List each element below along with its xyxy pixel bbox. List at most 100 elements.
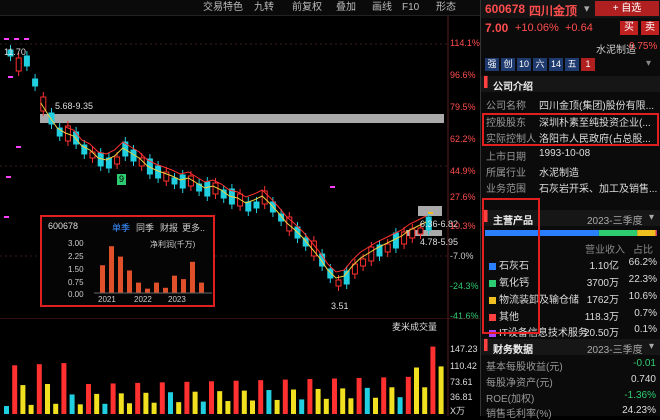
volume-bar [242, 391, 247, 414]
percent-axis-tick: 10.3% [450, 221, 476, 231]
company-field-value[interactable]: 石灰岩开采、加工及销售... [539, 180, 657, 195]
profit-bar [154, 283, 159, 293]
toolbar-trade-features[interactable]: 交易特色 [203, 1, 243, 15]
signal-mark [4, 216, 9, 218]
buy-button[interactable]: 买 [620, 21, 638, 35]
y-tick: 2.25 [68, 252, 84, 261]
signal-mark [24, 38, 29, 40]
percent-axis-tick: 27.6% [450, 192, 476, 202]
candle [172, 178, 177, 184]
change-amount: +0.64 [565, 22, 593, 34]
finance-label: 销售毛利率(%) [486, 405, 552, 420]
company-field-label: 上市日期 [486, 148, 526, 163]
volume-bar [332, 379, 337, 415]
volume-tick: 110.42 [450, 361, 477, 371]
candle [33, 79, 38, 86]
stock-info-panel: 600678 四川金顶 ▾ + 自选 7.00 +10.06% +0.64 买 … [480, 0, 660, 416]
product-share: 10.6% [621, 291, 657, 302]
product-revenue: 1.10亿 [579, 257, 619, 272]
volume-bar [225, 401, 230, 414]
tab-more[interactable]: 更多.. [182, 221, 205, 234]
chevron-down-icon[interactable]: ▾ [646, 58, 651, 69]
volume-bar [406, 377, 411, 414]
company-field-value[interactable]: 四川金顶(集团)股份有限... [539, 97, 657, 112]
finance-section-header[interactable]: ▌ 财务数据 2023-三季度 ▾ [481, 339, 660, 355]
volume-bar [258, 380, 263, 414]
finance-value: 0.740 [631, 374, 656, 385]
volume-bar [381, 377, 386, 414]
company-section-header[interactable]: ▌ 公司介绍 [481, 76, 660, 92]
volume-bar [291, 390, 296, 415]
tab-six[interactable]: 六 [533, 58, 547, 71]
candle [361, 259, 366, 266]
volume-chart[interactable]: 麦米成交量 147.23 110.42 73.61 36.81 X万 [0, 318, 480, 416]
toolbar-draw-line[interactable]: 画线 [372, 1, 392, 15]
volume-bar [430, 347, 435, 414]
tab-five[interactable]: 五 [565, 58, 579, 71]
volume-bar [53, 404, 58, 414]
volume-bar [102, 404, 107, 414]
product-share: 66.2% [621, 257, 657, 268]
candle [254, 202, 259, 208]
share-segment [637, 230, 655, 236]
volume-bar [184, 382, 189, 414]
section-marker-icon: ▌ [484, 340, 491, 351]
add-favorite-button[interactable]: + 自选 [595, 1, 659, 16]
x-tick: 2022 [134, 295, 152, 304]
toolbar-forward-adjust[interactable]: 前复权 [292, 1, 322, 15]
high-price-label: 11.70 [4, 47, 26, 57]
percent-axis-tick: -7.0% [450, 251, 474, 261]
company-section-title: 公司介绍 [493, 78, 533, 93]
tab-same-quarter[interactable]: 同季 [136, 221, 154, 234]
volume-bar [193, 392, 198, 414]
chevron-down-icon[interactable]: ▾ [584, 2, 590, 15]
percent-axis-tick: 114.1% [450, 38, 480, 48]
volume-bar [324, 399, 329, 414]
volume-tick: 36.81 [450, 392, 473, 402]
tab-1[interactable]: 1 [581, 58, 595, 71]
tab-report[interactable]: 财报 [160, 221, 178, 234]
toolbar-pattern[interactable]: 形态 [436, 1, 456, 15]
y-tick: 1.50 [68, 265, 84, 274]
y-tick: 0.75 [68, 278, 84, 287]
candle [385, 244, 390, 252]
volume-bar [365, 388, 370, 414]
volume-bar [61, 363, 66, 414]
chevron-down-icon[interactable]: ▾ [649, 212, 654, 223]
volume-bar [414, 368, 419, 415]
resistance-band [40, 114, 444, 123]
tab-10[interactable]: 10 [517, 58, 531, 71]
volume-bar [283, 380, 288, 414]
volume-bar [86, 384, 91, 414]
toolbar-nine-turn[interactable]: 九转 [254, 1, 274, 15]
volume-bar [209, 381, 214, 414]
volume-bar [111, 383, 116, 414]
finance-period[interactable]: 2023-三季度 [587, 341, 643, 356]
low-price-label: 3.51 [331, 301, 349, 311]
products-period[interactable]: 2023-三季度 [587, 212, 643, 227]
profit-popup[interactable]: 600678 单季 同季 财报 更多.. 净利润(千万) 3.00 2.25 1… [40, 215, 215, 307]
company-field-value[interactable]: 水泥制造 [539, 164, 657, 179]
tab-14[interactable]: 14 [549, 58, 563, 71]
sell-button[interactable]: 卖 [641, 21, 659, 35]
chevron-down-icon[interactable]: ▾ [649, 341, 654, 352]
toolbar-f10[interactable]: F10 [402, 1, 419, 15]
y-tick: 0.00 [68, 290, 84, 299]
company-field-value[interactable]: 1993-10-08 [539, 148, 657, 159]
toolbar-overlay[interactable]: 叠加 [336, 1, 356, 15]
nine-turn-marker: 9 [117, 174, 126, 185]
signal-mark [6, 176, 11, 178]
signal-mark [4, 38, 9, 40]
tab-strong[interactable]: 强 [485, 58, 499, 71]
profit-bar [118, 257, 123, 293]
volume-bar [20, 385, 25, 414]
candle [221, 190, 226, 198]
tab-quarterly[interactable]: 单季 [112, 221, 130, 234]
volume-title: 麦米成交量 [392, 320, 437, 333]
tab-create[interactable]: 创 [501, 58, 515, 71]
profit-bar [199, 283, 204, 293]
resistance-band-2 [418, 206, 442, 216]
signal-mark [16, 146, 21, 148]
volume-bar [119, 393, 124, 414]
industry-change: 0.75% [629, 41, 657, 52]
